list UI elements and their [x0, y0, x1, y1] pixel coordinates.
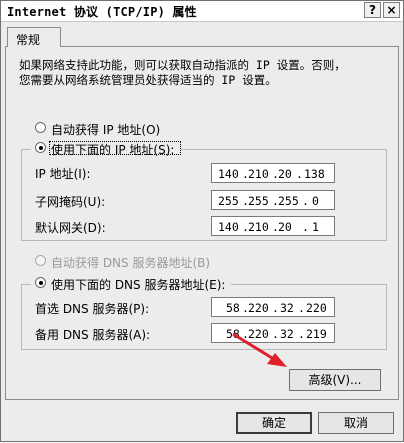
- tcpip-properties-dialog: Internet 协议 (TCP/IP) 属性 ? × 常规 如果网络支持此功能…: [0, 0, 404, 442]
- red-arrow-annotation-icon: [232, 332, 287, 367]
